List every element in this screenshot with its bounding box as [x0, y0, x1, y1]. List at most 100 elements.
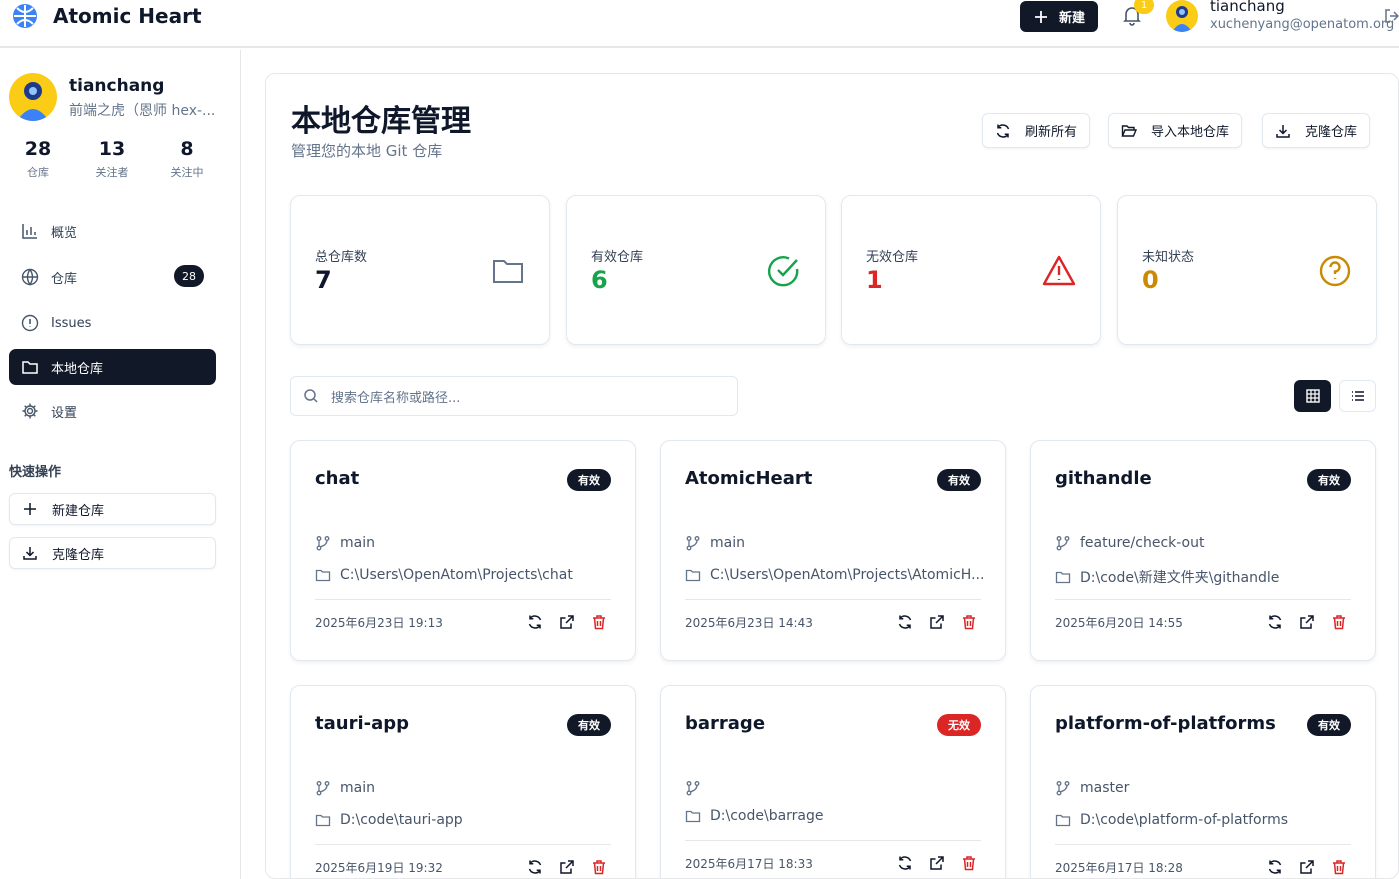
stat-value: 13	[98, 138, 126, 160]
plus-icon	[24, 503, 36, 515]
search-input[interactable]: 搜索仓库名称或路径...	[331, 387, 460, 406]
import-local-button[interactable]: 导入本地仓库	[1108, 113, 1243, 148]
external-link-icon[interactable]	[929, 614, 945, 634]
repo-name[interactable]: platform-of-platforms	[1055, 713, 1276, 734]
repo-card[interactable]: barrage 无效 D:\code\barrage 2025年6月17日 18:33	[660, 685, 1006, 878]
trash-icon[interactable]	[961, 614, 977, 634]
repo-actions	[1267, 859, 1347, 878]
repo-name[interactable]: barrage	[685, 713, 765, 734]
external-link-icon[interactable]	[559, 614, 575, 634]
divider	[315, 844, 611, 845]
search-box[interactable]: 搜索仓库名称或路径...	[290, 376, 738, 416]
clone-button[interactable]: 克隆仓库	[1262, 113, 1371, 148]
gear-icon	[22, 403, 38, 419]
clone-repo-button[interactable]: 克隆仓库	[9, 537, 216, 569]
stat-label: 仓库	[27, 166, 49, 179]
globe-icon	[21, 268, 39, 286]
refresh-icon[interactable]	[897, 614, 913, 634]
refresh-icon[interactable]	[1267, 859, 1283, 878]
folder-icon	[685, 810, 701, 823]
logout-icon[interactable]	[1383, 7, 1399, 25]
repo-path: C:\Users\OpenAtom\Projects\AtomicH...	[685, 567, 985, 583]
summary-card-unknown: 未知状态 0	[1117, 195, 1377, 345]
external-link-icon[interactable]	[559, 859, 575, 878]
repo-name[interactable]: AtomicHeart	[685, 468, 812, 489]
page-title: 本地仓库管理	[291, 104, 471, 139]
page-subtitle: 管理您的本地 Git 仓库	[291, 142, 443, 160]
repo-card[interactable]: githandle 有效 feature/check-out D:\code\新建文件…	[1030, 440, 1376, 661]
chart-icon	[22, 224, 37, 239]
new-repo-label: 新建仓库	[52, 503, 105, 519]
path-text: D:\code\barrage	[710, 808, 824, 824]
repo-name[interactable]: tauri-app	[315, 713, 409, 734]
repo-card[interactable]: platform-of-platforms 有效 master D:\code\pla…	[1030, 685, 1376, 878]
new-button[interactable]: 新建	[1020, 1, 1098, 32]
repo-path: D:\code\tauri-app	[315, 812, 615, 828]
repo-path: D:\code\platform-of-platforms	[1055, 812, 1355, 828]
new-repo-button[interactable]: 新建仓库	[9, 493, 216, 525]
repo-card[interactable]: AtomicHeart 有效 main C:\Users\OpenAtom\Proje…	[660, 440, 1006, 661]
stat-following[interactable]: 8 关注中	[157, 138, 217, 180]
trash-icon[interactable]	[591, 859, 607, 878]
repo-branch	[685, 780, 985, 796]
sidebar-item-issues[interactable]: Issues	[9, 305, 216, 341]
status-badge: 有效	[567, 714, 611, 736]
external-link-icon[interactable]	[1299, 614, 1315, 634]
repo-actions	[527, 859, 607, 878]
sidebar-avatar	[9, 73, 57, 121]
main-panel: 本地仓库管理 管理您的本地 Git 仓库 刷新所有 导入本地仓库 克隆仓库 总仓…	[265, 73, 1399, 879]
path-text: D:\code\新建文件夹\githandle	[1080, 570, 1280, 586]
repo-branch: main	[315, 780, 615, 796]
external-link-icon[interactable]	[1299, 859, 1315, 878]
notification-badge: 1	[1134, 0, 1154, 14]
warning-icon	[1042, 255, 1076, 286]
stat-repos[interactable]: 28 仓库	[8, 138, 68, 180]
stat-followers[interactable]: 13 关注者	[82, 138, 142, 180]
folder-icon	[1055, 814, 1071, 827]
external-link-icon[interactable]	[929, 855, 945, 875]
repo-actions	[1267, 614, 1347, 634]
header-email: xuchenyang@openatom.org	[1210, 17, 1395, 32]
repo-date: 2025年6月17日 18:33	[685, 857, 813, 871]
trash-icon[interactable]	[961, 855, 977, 875]
repo-branch: master	[1055, 780, 1355, 796]
repo-card[interactable]: chat 有效 main C:\Users\OpenAtom\Projects\cha…	[290, 440, 636, 661]
grid-view-button[interactable]	[1294, 380, 1331, 412]
trash-icon[interactable]	[1331, 614, 1347, 634]
sidebar-item-settings[interactable]: 设置	[9, 393, 216, 429]
grid-icon	[1305, 389, 1320, 403]
stat-value: 8	[180, 138, 194, 160]
list-view-button[interactable]	[1339, 380, 1376, 412]
repo-name[interactable]: chat	[315, 468, 359, 489]
divider	[315, 599, 611, 600]
refresh-icon[interactable]	[527, 614, 543, 634]
sidebar-item-local-repos[interactable]: 本地仓库	[9, 349, 216, 385]
branch-icon	[1056, 536, 1070, 551]
alert-circle-icon	[21, 314, 39, 332]
sidebar-item-repos[interactable]: 仓库 28	[9, 259, 216, 295]
divider	[685, 840, 981, 841]
sidebar-item-overview[interactable]: 概览	[9, 213, 216, 249]
trash-icon[interactable]	[591, 614, 607, 634]
folder-icon	[22, 361, 38, 374]
divider	[685, 599, 981, 600]
summary-label: 无效仓库	[866, 250, 919, 265]
folder-icon	[315, 569, 331, 582]
refresh-icon[interactable]	[897, 855, 913, 875]
repo-date: 2025年6月17日 18:28	[1055, 861, 1183, 875]
refresh-all-button[interactable]: 刷新所有	[982, 113, 1091, 148]
refresh-icon[interactable]	[527, 859, 543, 878]
summary-value: 0	[1142, 266, 1159, 294]
repo-card[interactable]: tauri-app 有效 main D:\code\tauri-app 2025年6月1…	[290, 685, 636, 878]
branch-icon	[686, 781, 700, 796]
sidebar-username: tianchang	[69, 76, 165, 96]
trash-icon[interactable]	[1331, 859, 1347, 878]
status-badge: 有效	[567, 469, 611, 491]
repo-date: 2025年6月23日 19:13	[315, 616, 443, 630]
refresh-icon[interactable]	[1267, 614, 1283, 634]
repo-name[interactable]: githandle	[1055, 468, 1152, 489]
repo-date: 2025年6月20日 14:55	[1055, 616, 1183, 630]
avatar[interactable]	[1166, 0, 1198, 32]
sidebar-item-label: Issues	[51, 315, 92, 331]
branch-name: feature/check-out	[1080, 535, 1205, 551]
